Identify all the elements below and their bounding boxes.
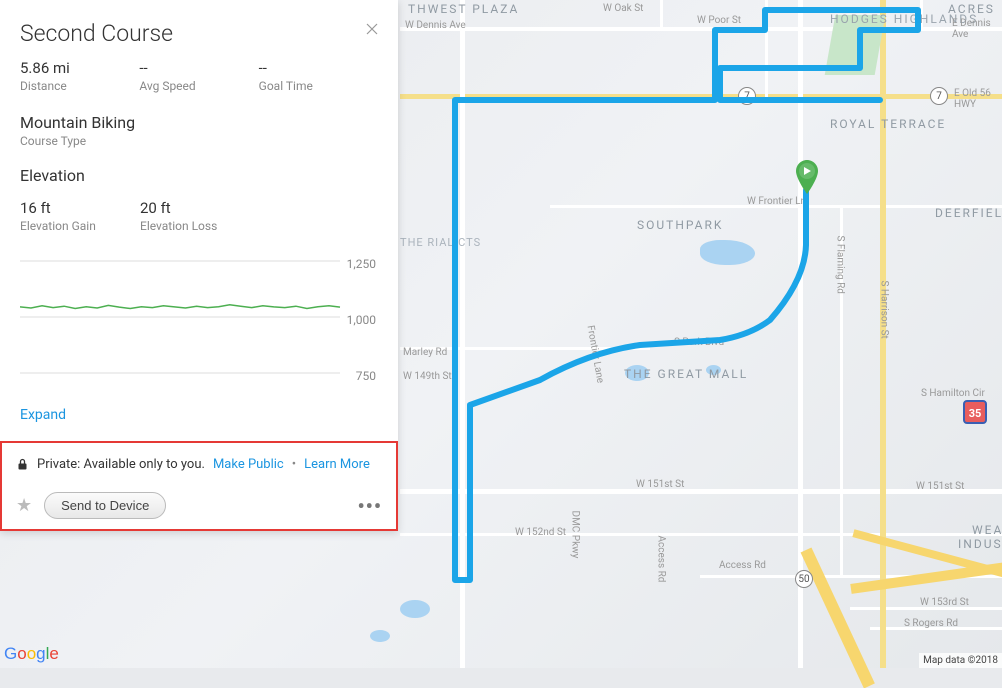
chart-ytick-1250: 1,250	[347, 257, 376, 271]
map-neighborhood-label: WEAV INDUSTRI	[958, 523, 1002, 551]
map-neighborhood-label: THE RIAL CTS	[400, 236, 481, 249]
course-type-value: Mountain Biking	[0, 113, 398, 134]
elevation-gain-value: 16 ft	[20, 199, 140, 217]
start-marker-icon[interactable]	[795, 160, 819, 194]
actions-row: ★ Send to Device •••	[0, 486, 398, 531]
course-sidebar: Second Course 5.86 mi Distance -- Avg Sp…	[0, 0, 398, 531]
lock-icon	[16, 458, 29, 471]
map-neighborhood-label: ACRES	[948, 2, 995, 16]
chart-ytick-750: 750	[356, 369, 376, 383]
street-label: E Old 56 HWY	[954, 88, 1002, 110]
map-neighborhood-label: ROYAL TERRACE	[830, 117, 946, 131]
stat-avg-speed-value: --	[139, 59, 258, 77]
map-neighborhood-label: DEERFIEL	[935, 206, 1002, 220]
elevation-gain: 16 ft Elevation Gain	[20, 199, 140, 233]
stat-distance-value: 5.86 mi	[20, 59, 139, 77]
street-label: S Rogers Rd	[904, 618, 958, 629]
route-shield-7b: 7	[930, 87, 948, 105]
google-attribution: Google	[4, 644, 59, 664]
map-neighborhood-label: SOUTHPARK	[637, 218, 723, 232]
street-label: W 153rd St	[920, 597, 969, 608]
privacy-row: Private: Available only to you. Make Pub…	[0, 441, 398, 486]
street-label: Frontier Lane	[585, 325, 606, 384]
elevation-loss-label: Elevation Loss	[140, 219, 260, 233]
stat-distance-label: Distance	[20, 79, 139, 93]
stat-avg-speed: -- Avg Speed	[139, 59, 258, 93]
street-label: W 152nd St	[515, 527, 566, 538]
street-label: W Dennis Ave	[405, 20, 466, 31]
street-label: W Oak St	[603, 3, 643, 14]
stat-goal-time-value: --	[259, 59, 378, 77]
elevation-stats: 16 ft Elevation Gain 20 ft Elevation Los…	[0, 199, 398, 247]
course-type-label: Course Type	[0, 134, 398, 166]
elevation-gain-label: Elevation Gain	[20, 219, 140, 233]
elevation-chart-svg	[20, 247, 380, 387]
stat-distance: 5.86 mi Distance	[20, 59, 139, 93]
street-label: S Harrison St	[879, 281, 890, 339]
street-label: S Flaming Rd	[835, 236, 846, 294]
stat-avg-speed-label: Avg Speed	[139, 79, 258, 93]
elevation-loss: 20 ft Elevation Loss	[140, 199, 260, 233]
more-options-icon[interactable]: •••	[357, 494, 382, 518]
stat-goal-time-label: Goal Time	[259, 79, 378, 93]
elevation-chart[interactable]: 1,250 1,000 750	[0, 247, 398, 407]
elevation-loss-value: 20 ft	[140, 199, 260, 217]
course-title: Second Course	[20, 20, 173, 47]
close-icon[interactable]	[366, 23, 378, 39]
map-neighborhood-label: THWEST PLAZA	[408, 2, 519, 16]
send-to-device-button[interactable]: Send to Device	[44, 492, 166, 519]
route-shield-50: 50	[795, 570, 813, 588]
make-public-link[interactable]: Make Public	[213, 457, 284, 472]
privacy-text: Private: Available only to you.	[37, 457, 205, 472]
street-label: Access Rd	[656, 536, 667, 583]
street-label: Access Rd	[719, 560, 766, 571]
separator-dot: •	[292, 457, 296, 472]
route-shield-7a: 7	[738, 87, 756, 105]
street-label: W 151st St	[916, 481, 964, 492]
elevation-heading: Elevation	[0, 166, 398, 199]
learn-more-link[interactable]: Learn More	[304, 457, 370, 472]
street-label: Marley Rd	[403, 347, 447, 358]
chart-ytick-1000: 1,000	[347, 313, 376, 327]
street-label: W Poor St	[697, 15, 741, 26]
interstate-shield: 35	[963, 400, 987, 424]
street-label: E Dennis Ave	[952, 18, 1002, 40]
street-label: DMC Pkwy	[570, 511, 581, 559]
expand-link[interactable]: Expand	[0, 407, 398, 441]
favorite-star-icon[interactable]: ★	[16, 495, 32, 516]
street-label: W 151st St	[636, 479, 684, 490]
map-data-attribution: Map data ©2018	[919, 653, 1002, 668]
street-label: W 149th St	[403, 371, 452, 382]
street-label: S Park Blvd	[674, 337, 724, 348]
map-neighborhood-label: THE GREAT MALL	[624, 367, 748, 381]
street-label: W Frontier Ln	[747, 196, 806, 207]
stat-goal-time: -- Goal Time	[259, 59, 378, 93]
street-label: S Hamilton Cir	[921, 388, 985, 399]
stats-row: 5.86 mi Distance -- Avg Speed -- Goal Ti…	[0, 59, 398, 113]
